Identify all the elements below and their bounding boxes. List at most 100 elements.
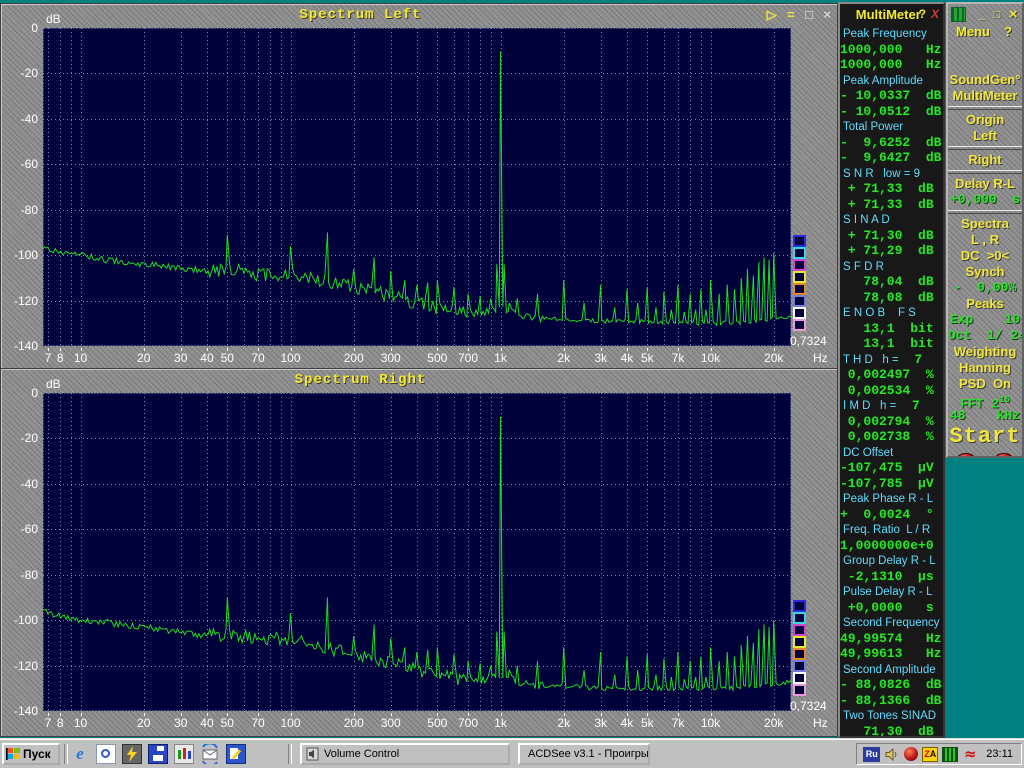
led-indicator <box>957 453 975 458</box>
panel-button-spectra[interactable]: Spectra <box>948 216 1022 232</box>
maximize-icon[interactable]: □ <box>994 9 1001 21</box>
system-tray: Ru ZA ≈ 23:11 <box>856 743 1022 765</box>
panel-value-fft[interactable]: FFT 216 <box>948 392 1022 408</box>
start-button[interactable]: Пуск <box>2 743 60 765</box>
panel-button-dc-0-[interactable]: DC >0< <box>948 248 1022 264</box>
y-tick-label: -120 <box>1 294 38 308</box>
close-icon[interactable]: ✕ <box>1009 8 1018 21</box>
trace-color-swatch[interactable] <box>793 295 806 307</box>
trace-color-swatch[interactable] <box>793 600 806 612</box>
panel-button-origin[interactable]: Origin <box>948 112 1022 128</box>
close-icon[interactable]: × <box>823 7 831 22</box>
start-measurement-button[interactable]: Start <box>948 424 1022 450</box>
title-bar[interactable]: Spectrum Right <box>1 369 837 391</box>
trace-color-swatch[interactable] <box>793 636 806 648</box>
notes-icon[interactable] <box>226 744 246 764</box>
maximize-icon[interactable]: □ <box>805 7 813 22</box>
panel-button-psd-on[interactable]: PSD On <box>948 376 1022 392</box>
meter-value: 78,04 dB <box>840 274 934 289</box>
x-tick-label: 4k <box>621 351 634 365</box>
viewer-icon[interactable] <box>96 744 116 764</box>
trace-color-swatch[interactable] <box>793 624 806 636</box>
meter-label: Total Power <box>840 121 903 133</box>
panel-button-weighting[interactable]: Weighting <box>948 344 1022 360</box>
trace-color-swatch[interactable] <box>793 271 806 283</box>
separator <box>948 210 1022 214</box>
meter-row: Second Frequency <box>840 614 943 630</box>
separator <box>948 146 1022 150</box>
winamp-icon[interactable] <box>122 744 142 764</box>
meter-row: Freq. Ratio L / R <box>840 521 943 537</box>
wave-icon[interactable]: ≈ <box>962 747 978 762</box>
x-tick-label: 3k <box>594 716 607 730</box>
windows-logo-icon <box>6 748 20 760</box>
trace-color-swatch[interactable] <box>793 612 806 624</box>
x-axis-unit: Hz <box>813 351 828 365</box>
meter-label: Peak Phase R - L <box>840 493 933 505</box>
panel-button-left[interactable]: Left <box>948 128 1022 144</box>
play-icon[interactable]: ▷ <box>767 7 777 23</box>
trace-color-swatch[interactable] <box>793 660 806 672</box>
panel-value[interactable]: Exp 10 <box>948 312 1022 328</box>
led-indicator <box>995 453 1013 458</box>
y-tick-label: -100 <box>1 248 38 262</box>
meter-row: S I N A D <box>840 211 943 227</box>
panel-button-right[interactable]: Right <box>948 152 1022 168</box>
meter-value: -2,1310 µs <box>840 569 934 584</box>
language-indicator[interactable]: Ru <box>863 747 880 762</box>
trace-color-swatch[interactable] <box>793 648 806 660</box>
trace-color-swatch[interactable] <box>793 259 806 271</box>
meter-row: - 9,6427 dB <box>840 149 943 165</box>
taskbar-clock[interactable]: 23:11 <box>986 748 1013 760</box>
menu-button[interactable]: Menu <box>956 24 990 39</box>
trace-color-swatch[interactable] <box>793 247 806 259</box>
multimeter-titlebar[interactable]: MultiMeter ? X <box>840 4 943 25</box>
help-icon[interactable]: ? <box>1004 24 1012 39</box>
panel-button-delay-r-l[interactable]: Delay R-L <box>948 176 1022 192</box>
za-icon[interactable]: ZA <box>922 747 938 762</box>
ie-icon[interactable]: e <box>70 744 90 764</box>
mail-sync-icon[interactable] <box>200 744 220 764</box>
minimize-icon[interactable]: = <box>787 7 795 22</box>
x-axis: Hz 781020304050701002003005007001k2k3k4k… <box>43 348 837 366</box>
panel-button-soundgen-[interactable]: SoundGen° <box>948 72 1022 88</box>
trace-color-swatch[interactable] <box>793 672 806 684</box>
analyzer-icon[interactable] <box>942 747 958 762</box>
tray-volume-icon[interactable] <box>884 747 900 762</box>
panel-value[interactable]: 48 kHz <box>948 408 1022 424</box>
x-tick-label: 8 <box>57 351 64 365</box>
trace-color-swatch[interactable] <box>793 684 806 696</box>
meter-label: Group Delay R - L <box>840 555 936 567</box>
meter-value: - 9,6252 dB <box>840 135 941 150</box>
task-volume-control[interactable]: Volume Control <box>300 743 510 765</box>
spectrum-plot[interactable] <box>43 28 791 346</box>
title-bar[interactable]: Spectrum Left ▷ = □ × <box>1 4 837 26</box>
trace-color-swatch[interactable] <box>793 307 806 319</box>
help-icon[interactable]: ? <box>919 7 926 21</box>
panel-button-l-r[interactable]: L , R <box>948 232 1022 248</box>
floppy-icon[interactable] <box>148 744 168 764</box>
trace-color-swatch[interactable] <box>793 283 806 295</box>
x-tick-label: 70 <box>251 351 264 365</box>
trace-color-swatch[interactable] <box>793 235 806 247</box>
minimize-icon[interactable]: _ <box>979 9 985 21</box>
spectrum-plot[interactable] <box>43 393 791 711</box>
panel-button-synch[interactable]: Synch <box>948 264 1022 280</box>
meter-label: S F D R <box>840 261 884 273</box>
y-tick-label: -120 <box>1 659 38 673</box>
panel-button-hanning[interactable]: Hanning <box>948 360 1022 376</box>
y-axis-unit: dB <box>46 377 61 391</box>
close-icon[interactable]: X <box>931 7 939 21</box>
panel-button-peaks[interactable]: Peaks <box>948 296 1022 312</box>
guard-icon[interactable] <box>904 747 918 761</box>
media-player-icon[interactable] <box>174 744 194 764</box>
panel-button-multimeter[interactable]: MultiMeter <box>948 88 1022 104</box>
panel-value[interactable]: +0,000 s <box>948 192 1022 208</box>
window-buttons: _ □ ✕ <box>975 5 1018 23</box>
panel-value[interactable]: Oct 1/ 24 <box>948 328 1022 344</box>
control-panel-titlebar[interactable]: _ □ ✕ <box>948 4 1022 24</box>
panel-value[interactable]: - 0,00% <box>948 280 1022 296</box>
x-tick-label: 5k <box>641 351 654 365</box>
trace-color-swatch[interactable] <box>793 319 806 331</box>
task-acdsee[interactable]: ACDSee v3.1 - Проигрыв... <box>518 743 650 765</box>
